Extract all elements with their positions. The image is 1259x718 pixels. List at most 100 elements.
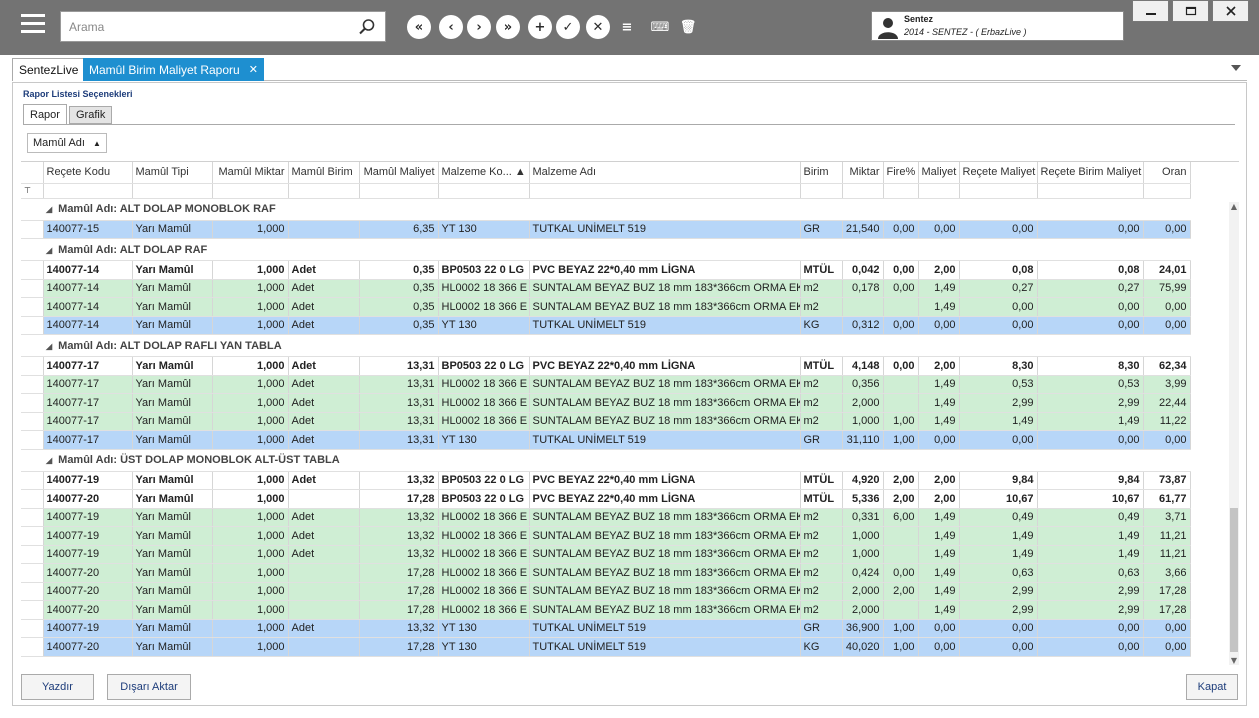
filter-cell[interactable]	[883, 183, 919, 199]
scroll-up-icon[interactable]: ▲	[1229, 202, 1239, 212]
table-cell[interactable]	[883, 297, 919, 317]
table-cell[interactable]: 0,00	[1037, 220, 1144, 239]
table-cell[interactable]: 0,424	[842, 563, 884, 583]
table-cell[interactable]: 1,000	[212, 637, 289, 657]
table-cell[interactable]: Yarı Mamûl	[132, 412, 213, 431]
table-cell[interactable]: 1,49	[959, 545, 1038, 564]
table-cell[interactable]: YT 130	[438, 619, 530, 638]
column-header[interactable]: Reçete Kodu	[43, 162, 133, 184]
table-cell[interactable]: 13,31	[359, 412, 439, 431]
table-cell[interactable]: 3,66	[1143, 563, 1191, 583]
table-cell[interactable]: Yarı Mamûl	[132, 316, 213, 335]
filter-cell[interactable]	[1143, 183, 1191, 199]
table-cell[interactable]: 0,08	[1037, 260, 1144, 280]
table-cell[interactable]: 2,99	[959, 582, 1038, 601]
table-row[interactable]: 140077-19 Yarı Mamûl 1,000 Adet 13,32 HL0002 …	[21, 545, 1191, 564]
filter-cell[interactable]	[959, 183, 1038, 199]
table-cell[interactable]: 140077-19	[43, 508, 133, 527]
table-cell[interactable]: 1,000	[212, 220, 289, 239]
table-cell[interactable]: 0,00	[1037, 297, 1144, 317]
table-cell[interactable]	[883, 375, 919, 394]
table-cell[interactable]: 0,00	[883, 260, 919, 280]
table-cell[interactable]: 0,00	[959, 297, 1038, 317]
table-cell[interactable]: 22,44	[1143, 393, 1191, 413]
table-cell[interactable]: BP0503 22 0 LG	[438, 489, 530, 509]
column-header[interactable]: Mamûl Maliyet	[359, 162, 439, 184]
table-cell[interactable]: Yarı Mamûl	[132, 393, 213, 413]
table-cell[interactable]: m2	[800, 412, 843, 431]
table-cell[interactable]: 13,31	[359, 375, 439, 394]
export-button[interactable]: Dışarı Aktar	[107, 674, 191, 700]
table-cell[interactable]: 140077-20	[43, 637, 133, 657]
column-header[interactable]: Reçete Birim Maliyet	[1037, 162, 1144, 184]
tab-report[interactable]: Mamûl Birim Maliyet Raporu ✕	[83, 58, 264, 81]
search-input[interactable]	[61, 12, 351, 41]
table-cell[interactable]: Adet	[288, 430, 360, 450]
table-cell[interactable]: 10,67	[959, 489, 1038, 509]
table-cell[interactable]: HL0002 18 366 E	[438, 297, 530, 317]
table-cell[interactable]: 2,99	[959, 600, 1038, 620]
table-cell[interactable]: 8,30	[959, 356, 1038, 376]
table-cell[interactable]: Adet	[288, 316, 360, 335]
table-cell[interactable]: 0,00	[883, 279, 919, 298]
group-row[interactable]: ◢ Mamûl Adı: ALT DOLAP RAFLI YAN TABLA	[21, 334, 1190, 357]
first-record-button[interactable]: «	[407, 15, 431, 39]
table-cell[interactable]	[883, 545, 919, 564]
table-cell[interactable]: 1,49	[1037, 526, 1144, 546]
table-cell[interactable]: 2,00	[883, 471, 919, 490]
group-row[interactable]: ◢ Mamûl Adı: ALT DOLAP RAF	[21, 238, 1190, 261]
table-row[interactable]: 140077-17 Yarı Mamûl 1,000 Adet 13,31 HL0002 …	[21, 412, 1191, 431]
table-cell[interactable]: m2	[800, 508, 843, 527]
search-icon[interactable]	[358, 18, 376, 36]
maximize-button[interactable]	[1172, 0, 1209, 22]
table-cell[interactable]: 2,00	[883, 582, 919, 601]
column-header[interactable]: Birim	[800, 162, 843, 184]
table-cell[interactable]: 1,49	[918, 563, 960, 583]
table-cell[interactable]: Adet	[288, 619, 360, 638]
table-cell[interactable]	[883, 393, 919, 413]
table-cell[interactable]: 0,00	[1037, 430, 1144, 450]
table-cell[interactable]: 31,110	[842, 430, 884, 450]
table-cell[interactable]: PVC BEYAZ 22*0,40 mm LİGNA	[529, 356, 801, 376]
table-cell[interactable]: m2	[800, 279, 843, 298]
table-cell[interactable]: 13,32	[359, 619, 439, 638]
column-header[interactable]: Mamûl Birim	[288, 162, 360, 184]
table-cell[interactable]: Yarı Mamûl	[132, 279, 213, 298]
table-cell[interactable]: Yarı Mamûl	[132, 619, 213, 638]
table-cell[interactable]: 2,00	[883, 489, 919, 509]
table-row[interactable]: 140077-14 Yarı Mamûl 1,000 Adet 0,35 HL0002 1…	[21, 279, 1191, 298]
tabs-dropdown-icon[interactable]	[1231, 64, 1241, 72]
table-cell[interactable]: GR	[800, 430, 843, 450]
table-cell[interactable]: MTÜL	[800, 489, 843, 509]
table-cell[interactable]: m2	[800, 375, 843, 394]
collapse-icon[interactable]: ◢	[46, 456, 52, 465]
table-cell[interactable]: 140077-19	[43, 545, 133, 564]
filter-cell[interactable]	[132, 183, 213, 199]
table-cell[interactable]: Adet	[288, 279, 360, 298]
table-cell[interactable]: 0,00	[959, 619, 1038, 638]
group-row[interactable]: ◢ Mamûl Adı: ALT DOLAP MONOBLOK RAF	[21, 198, 1190, 221]
table-cell[interactable]: 0,00	[883, 220, 919, 239]
table-cell[interactable]: PVC BEYAZ 22*0,40 mm LİGNA	[529, 471, 801, 490]
table-cell[interactable]	[288, 600, 360, 620]
table-cell[interactable]: 1,49	[918, 297, 960, 317]
table-cell[interactable]: 0,178	[842, 279, 884, 298]
table-cell[interactable]: 17,28	[1143, 600, 1191, 620]
table-cell[interactable]: 62,34	[1143, 356, 1191, 376]
table-cell[interactable]: BP0503 22 0 LG	[438, 356, 530, 376]
table-cell[interactable]: 140077-20	[43, 600, 133, 620]
table-cell[interactable]: HL0002 18 366 E	[438, 375, 530, 394]
table-cell[interactable]: SUNTALAM BEYAZ BUZ 18 mm 183*366cm ORMA …	[529, 600, 801, 620]
filter-cell[interactable]	[800, 183, 843, 199]
close-button[interactable]: Kapat	[1186, 674, 1238, 700]
table-cell[interactable]: Yarı Mamûl	[132, 375, 213, 394]
table-cell[interactable]: BP0503 22 0 LG	[438, 471, 530, 490]
table-cell[interactable]: 1,49	[918, 393, 960, 413]
table-row[interactable]: 140077-14 Yarı Mamûl 1,000 Adet 0,35 YT 130 TU…	[21, 316, 1191, 335]
table-cell[interactable]: GR	[800, 220, 843, 239]
table-cell[interactable]: 1,000	[212, 430, 289, 450]
table-cell[interactable]: Yarı Mamûl	[132, 637, 213, 657]
table-row[interactable]: 140077-15 Yarı Mamûl 1,000 6,35 YT 130 TUTKAL…	[21, 220, 1191, 239]
table-cell[interactable]: 13,32	[359, 471, 439, 490]
filter-cell[interactable]	[529, 183, 801, 199]
